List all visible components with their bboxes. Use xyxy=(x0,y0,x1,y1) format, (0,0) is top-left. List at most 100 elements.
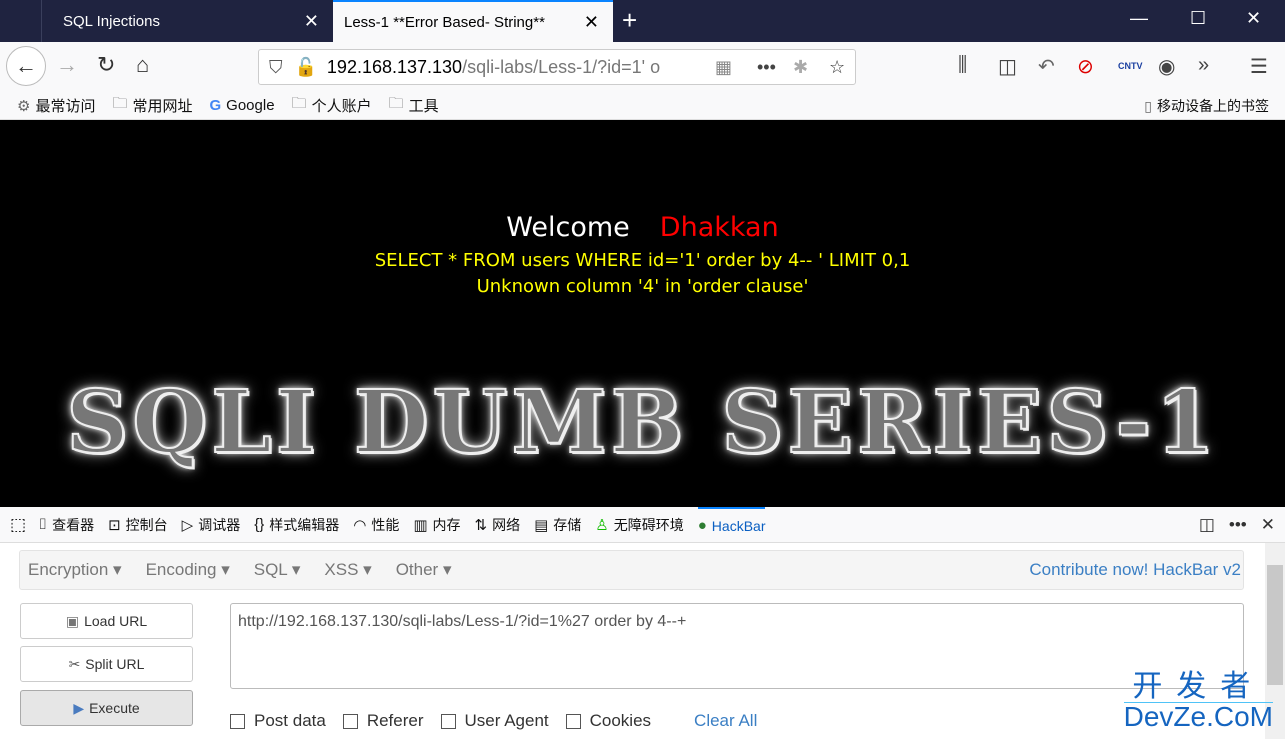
undo-icon[interactable]: ↶ xyxy=(1038,54,1055,79)
bookmark-label: 移动设备上的书签 xyxy=(1157,98,1269,114)
overflow-icon[interactable]: » xyxy=(1198,54,1209,77)
referer-checkbox[interactable]: Referer xyxy=(342,711,424,731)
sqli-banner-logo: SQLI DUMB SERIES-1 xyxy=(65,372,1219,473)
sql-query: SELECT * FROM users WHERE id='1' order b… xyxy=(374,250,911,271)
blocked-extension-icon[interactable]: ⊘ xyxy=(1077,54,1094,79)
forward-button[interactable]: → xyxy=(56,52,78,78)
load-url-button[interactable]: ▣ Load URL xyxy=(20,603,193,639)
google-icon: G xyxy=(209,97,222,114)
home-button[interactable]: ⌂ xyxy=(136,52,149,78)
scrollbar-thumb[interactable] xyxy=(1267,565,1283,685)
sidebar-icon[interactable]: ◫ xyxy=(998,54,1017,79)
hackbar-panel: Encryption ▾ Encoding ▾ SQL ▾ XSS ▾ Othe… xyxy=(0,543,1285,739)
accessibility-icon: ♙ xyxy=(595,516,609,534)
tab-label: 网络 xyxy=(492,516,521,533)
sql-error: Unknown column '4' in 'order clause' xyxy=(476,276,809,297)
devtools-tab-hackbar[interactable]: ● HackBar xyxy=(697,506,766,543)
mobile-bookmarks[interactable]: ▯ 移动设备上的书签 xyxy=(1144,96,1269,116)
tab-label: 调试器 xyxy=(198,516,241,533)
account-icon[interactable]: ◉ xyxy=(1158,54,1175,79)
cntv-icon[interactable]: CNTV xyxy=(1118,61,1143,71)
devtools-tab-performance[interactable]: ◠ 性能 xyxy=(353,507,399,543)
close-tab-icon[interactable]: ✕ xyxy=(304,11,319,32)
clear-all-link[interactable]: Clear All xyxy=(694,711,757,731)
navigation-bar: ← → ↻ ⌂ ⛉ 🔓 192.168.137.130/sqli-labs/Le… xyxy=(0,42,1285,92)
devtools-tab-network[interactable]: ⇅ 网络 xyxy=(475,507,521,543)
bookmark-tools[interactable]: 🗀 工具 xyxy=(389,93,439,118)
bookmark-label: 个人账户 xyxy=(311,98,372,115)
tab-label: 性能 xyxy=(371,516,400,533)
devtools-tab-console[interactable]: ⊡ 控制台 xyxy=(108,507,168,543)
hackbar-icon: ● xyxy=(697,517,707,534)
element-picker-icon[interactable]: ⬚ xyxy=(10,515,26,535)
new-tab-button[interactable]: + xyxy=(622,5,637,36)
tab-label: 样式编辑器 xyxy=(269,516,340,533)
memory-icon: ▥ xyxy=(413,516,428,534)
devtools-tab-memory[interactable]: ▥ 内存 xyxy=(413,507,460,543)
close-devtools-icon[interactable]: ✕ xyxy=(1261,515,1275,535)
button-label: Load URL xyxy=(84,613,148,629)
url-host: 192.168.137.130 xyxy=(326,56,463,77)
bookmark-star-icon[interactable]: ☆ xyxy=(829,57,845,78)
bookmark-label: Google xyxy=(226,97,275,114)
menu-encryption[interactable]: Encryption ▾ xyxy=(28,560,122,580)
hackbar-menu: Encryption ▾ Encoding ▾ SQL ▾ XSS ▾ Othe… xyxy=(19,550,1244,590)
library-icon[interactable]: ⫼ xyxy=(958,54,967,77)
network-icon: ⇅ xyxy=(474,516,488,534)
bookmark-google[interactable]: G Google xyxy=(210,97,275,114)
checkbox-box xyxy=(565,713,581,729)
devtools-tab-accessibility[interactable]: ♙ 无障碍环境 xyxy=(595,507,683,543)
tab-label: 查看器 xyxy=(52,516,95,533)
devtools-tab-style-editor[interactable]: {} 样式编辑器 xyxy=(254,507,339,543)
welcome-label: Welcome xyxy=(506,212,630,243)
bookmark-label: 最常访问 xyxy=(35,98,96,115)
reload-button[interactable]: ↻ xyxy=(97,52,115,78)
split-url-button[interactable]: ✂ Split URL xyxy=(20,646,193,682)
execute-button[interactable]: ▶ Execute xyxy=(20,690,193,726)
menu-xss[interactable]: XSS ▾ xyxy=(324,560,371,580)
tab-less-1[interactable]: Less-1 **Error Based- String** ✕ xyxy=(333,0,613,42)
qr-code-icon[interactable]: ▦ xyxy=(715,57,732,78)
post-data-checkbox[interactable]: Post data xyxy=(230,711,326,731)
menu-encoding[interactable]: Encoding ▾ xyxy=(146,560,230,580)
menu-label: XSS xyxy=(324,560,359,579)
devtools-tab-storage[interactable]: ▤ 存储 xyxy=(534,507,581,543)
cookies-checkbox[interactable]: Cookies xyxy=(565,711,651,731)
back-button[interactable]: ← xyxy=(6,46,46,86)
close-window-button[interactable]: ✕ xyxy=(1246,8,1261,29)
inspector-icon: ⌷ xyxy=(38,516,48,533)
bookmark-label: 工具 xyxy=(408,98,439,115)
tab-sql-injections[interactable]: SQL Injections ✕ xyxy=(41,0,333,42)
bug-icon[interactable]: ✱ xyxy=(793,57,808,78)
page-actions-icon[interactable]: ••• xyxy=(757,57,776,78)
scissors-icon: ✂ xyxy=(68,655,81,672)
welcome-text: Welcome Dhakkan xyxy=(0,212,1285,243)
devtools-tab-inspector[interactable]: ⌷ 查看器 xyxy=(38,507,94,543)
minimize-button[interactable]: — xyxy=(1130,8,1148,29)
style-editor-icon: {} xyxy=(254,516,265,533)
shield-icon[interactable]: ⛉ xyxy=(269,57,283,78)
address-bar[interactable]: ⛉ 🔓 192.168.137.130/sqli-labs/Less-1/?id… xyxy=(258,49,856,85)
more-options-icon[interactable]: ••• xyxy=(1229,515,1247,535)
tab-label: HackBar xyxy=(711,517,766,534)
menu-other[interactable]: Other ▾ xyxy=(396,560,452,580)
bookmark-common-sites[interactable]: 🗀 常用网址 xyxy=(112,93,192,118)
bookmark-label: 常用网址 xyxy=(132,98,193,115)
bookmark-personal-account[interactable]: 🗀 个人账户 xyxy=(292,93,372,118)
devtools-tab-debugger[interactable]: ▷ 调试器 xyxy=(182,507,241,543)
menu-icon[interactable]: ☰ xyxy=(1250,54,1268,79)
url-textarea[interactable]: http://192.168.137.130/sqli-labs/Less-1/… xyxy=(230,603,1244,689)
user-agent-checkbox[interactable]: User Agent xyxy=(440,711,549,731)
play-icon: ▶ xyxy=(73,699,85,716)
dock-icon[interactable]: ◫ xyxy=(1199,515,1215,535)
menu-label: Encoding xyxy=(145,560,217,579)
maximize-button[interactable]: ☐ xyxy=(1190,8,1206,29)
close-tab-icon[interactable]: ✕ xyxy=(584,12,599,33)
tab-label: 无障碍环境 xyxy=(613,516,684,533)
insecure-lock-icon[interactable]: 🔓 xyxy=(295,57,317,78)
checkbox-label: Post data xyxy=(254,711,326,730)
contribute-link[interactable]: Contribute now! HackBar v2 xyxy=(1029,560,1241,580)
gear-icon: ⚙ xyxy=(17,97,31,115)
bookmark-most-visited[interactable]: ⚙ 最常访问 xyxy=(17,95,95,116)
menu-sql[interactable]: SQL ▾ xyxy=(254,560,301,580)
